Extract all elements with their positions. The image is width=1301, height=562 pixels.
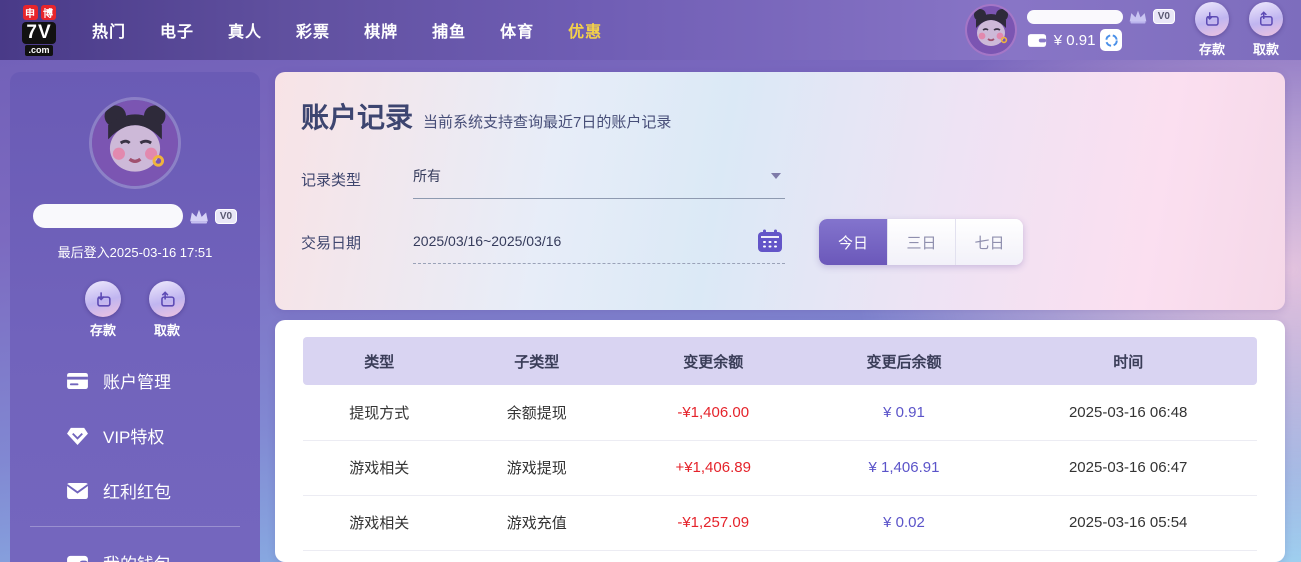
wallet-icon xyxy=(66,554,89,562)
nav-item-fishing[interactable]: 捕鱼 xyxy=(432,18,466,42)
vip-level-badge: V0 xyxy=(1152,9,1175,24)
vip-level-badge: V0 xyxy=(214,208,238,224)
sidebar-item-vip[interactable]: VIP特权 xyxy=(10,408,260,463)
topbar-user-area: V0 ¥ 0.91 存款 取款 xyxy=(966,2,1283,58)
cell-change: -¥1,257.09 xyxy=(617,495,809,551)
cell-balance: ¥ 0.91 xyxy=(808,385,1000,441)
range-button-7days[interactable]: 七日 xyxy=(955,219,1023,265)
header-time: 时间 xyxy=(999,337,1257,385)
deposit-icon xyxy=(85,281,121,317)
crown-icon xyxy=(1128,9,1148,24)
sidebar: V0 最后登入2025-03-16 17:51 存款 取款 账户管理 VIP特权… xyxy=(10,72,260,562)
card-icon xyxy=(66,372,89,390)
calendar-icon[interactable] xyxy=(757,229,783,253)
cell-balance: ¥ 1,406.91 xyxy=(808,440,1000,496)
user-meta: V0 ¥ 0.91 xyxy=(1026,9,1175,51)
deposit-button[interactable]: 存款 xyxy=(85,281,121,339)
deposit-button[interactable]: 存款 xyxy=(1195,2,1229,58)
cell-time: 2025-03-16 06:47 xyxy=(999,440,1257,496)
sidebar-item-account[interactable]: 账户管理 xyxy=(10,353,260,408)
cell-type: 提现方式 xyxy=(303,385,456,441)
cell-subtype: 游戏提现 xyxy=(455,440,618,496)
withdraw-icon xyxy=(149,281,185,317)
logo-badges: 申 博 xyxy=(22,4,56,20)
date-range-value: 2025/03/16~2025/03/16 xyxy=(413,233,562,249)
avatar[interactable] xyxy=(966,6,1015,54)
gem-icon xyxy=(66,426,89,446)
nav-item-lottery[interactable]: 彩票 xyxy=(296,18,330,42)
cell-subtype: 游戏充值 xyxy=(455,495,618,551)
nav-item-cards[interactable]: 棋牌 xyxy=(364,18,398,42)
main-nav: 热门 电子 真人 彩票 棋牌 捕鱼 体育 优惠 xyxy=(92,18,602,42)
table-row: 提现方式 余额提现 -¥1,406.00 ¥ 0.91 2025-03-16 0… xyxy=(303,385,1257,441)
avatar xyxy=(92,100,178,186)
refresh-balance-button[interactable] xyxy=(1100,29,1123,51)
header-balance-after: 变更后余额 xyxy=(808,337,1000,385)
range-button-3days[interactable]: 三日 xyxy=(887,219,955,265)
record-type-value: 所有 xyxy=(413,168,441,184)
cell-subtype: 余额提现 xyxy=(455,385,618,441)
chevron-down-icon xyxy=(771,173,781,179)
account-records-panel: 账户记录 当前系统支持查询最近7日的账户记录 记录类型 所有 交易日期 2025… xyxy=(275,72,1285,310)
crown-icon xyxy=(188,208,210,224)
cell-type: 游戏相关 xyxy=(303,495,456,551)
balance-amount: ¥ 0.91 xyxy=(1053,31,1096,49)
logo-tld: .com xyxy=(25,44,53,56)
top-bar: 申 博 7V .com 热门 电子 真人 彩票 棋牌 捕鱼 体育 优惠 V0 ¥… xyxy=(0,0,1301,60)
nav-item-hot[interactable]: 热门 xyxy=(92,18,126,42)
cell-time: 2025-03-16 06:48 xyxy=(999,385,1257,441)
range-button-today[interactable]: 今日 xyxy=(819,219,887,265)
sidebar-item-wallet[interactable]: 我的钱包 xyxy=(10,535,260,562)
header-type: 类型 xyxy=(303,337,456,385)
date-range-quick-buttons: 今日 三日 七日 xyxy=(819,219,1023,265)
cell-change: -¥1,406.00 xyxy=(617,385,809,441)
date-range-input[interactable]: 2025/03/16~2025/03/16 xyxy=(413,229,785,264)
last-login-text: 最后登入2025-03-16 17:51 xyxy=(57,245,213,260)
logo-badge-shen: 申 xyxy=(22,4,38,20)
cell-change: +¥1,406.89 xyxy=(617,440,809,496)
logo-badge-bo: 博 xyxy=(40,4,56,20)
page-subtitle: 当前系统支持查询最近7日的账户记录 xyxy=(423,114,672,131)
trade-date-label: 交易日期 xyxy=(301,235,362,252)
logo-text: 7V xyxy=(22,21,56,44)
withdraw-button[interactable]: 取款 xyxy=(1249,2,1283,58)
table-header-row: 类型 子类型 变更余额 变更后余额 时间 xyxy=(303,337,1257,385)
page-title: 账户记录 xyxy=(301,102,414,133)
menu-divider xyxy=(30,526,240,527)
site-logo[interactable]: 申 博 7V .com xyxy=(8,4,70,56)
withdraw-button[interactable]: 取款 xyxy=(149,281,185,339)
nav-item-promo[interactable]: 优惠 xyxy=(568,18,602,42)
cell-balance: ¥ 0.02 xyxy=(808,495,1000,551)
nav-item-sports[interactable]: 体育 xyxy=(500,18,534,42)
username-redacted xyxy=(1026,9,1123,24)
sidebar-menu: 账户管理 VIP特权 红利红包 xyxy=(10,339,260,562)
nav-item-slots[interactable]: 电子 xyxy=(160,18,194,42)
wallet-icon xyxy=(1027,32,1049,48)
table-row: 游戏相关 游戏提现 +¥1,406.89 ¥ 1,406.91 2025-03-… xyxy=(303,440,1257,496)
withdraw-icon xyxy=(1249,2,1283,36)
cell-type: 游戏相关 xyxy=(303,440,456,496)
deposit-icon xyxy=(1195,2,1229,36)
main-content: 账户记录 当前系统支持查询最近7日的账户记录 记录类型 所有 交易日期 2025… xyxy=(275,72,1285,562)
table-row: 游戏相关 游戏充值 -¥1,257.09 ¥ 0.02 2025-03-16 0… xyxy=(303,495,1257,551)
cell-time: 2025-03-16 05:54 xyxy=(999,495,1257,551)
records-table-panel: 类型 子类型 变更余额 变更后余额 时间 提现方式 余额提现 -¥1,406.0… xyxy=(275,320,1285,562)
record-type-label: 记录类型 xyxy=(301,172,362,189)
refresh-icon xyxy=(1105,33,1118,47)
nav-item-live[interactable]: 真人 xyxy=(228,18,262,42)
record-type-select[interactable]: 所有 xyxy=(413,166,785,199)
sidebar-item-bonus[interactable]: 红利红包 xyxy=(10,463,260,518)
username-redacted xyxy=(32,204,183,228)
records-table: 类型 子类型 变更余额 变更后余额 时间 提现方式 余额提现 -¥1,406.0… xyxy=(303,337,1257,551)
header-subtype: 子类型 xyxy=(455,337,618,385)
envelope-icon xyxy=(66,482,89,500)
header-change: 变更余额 xyxy=(617,337,809,385)
